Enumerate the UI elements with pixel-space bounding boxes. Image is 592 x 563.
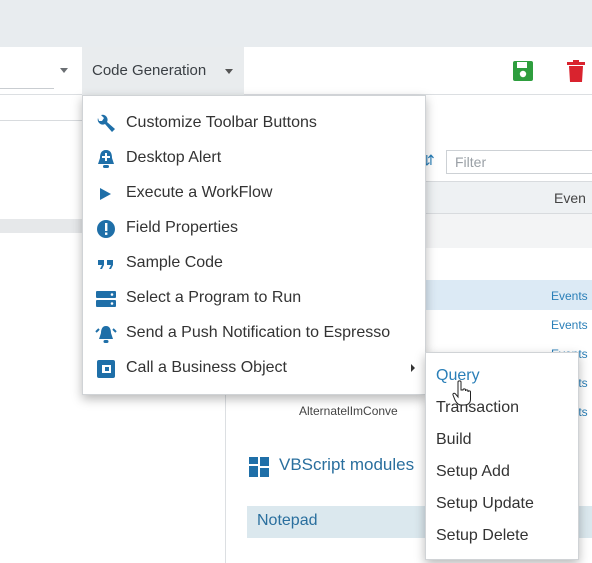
caret-right-icon xyxy=(411,364,415,372)
save-icon[interactable] xyxy=(512,60,534,82)
submenu-item-setup-add[interactable]: Setup Add xyxy=(426,457,580,489)
menu-item-label: Select a Program to Run xyxy=(126,289,302,306)
menu-item-label: Execute a WorkFlow xyxy=(126,184,273,201)
submenu-item-build[interactable]: Build xyxy=(426,425,580,457)
top-band xyxy=(0,0,592,47)
bell-plus-icon xyxy=(98,150,114,168)
events-column-header[interactable]: Even xyxy=(426,181,592,214)
submenu-item-label: Transaction xyxy=(436,399,519,416)
submenu-item-query[interactable]: Query xyxy=(426,361,580,393)
server-icon xyxy=(96,291,116,307)
filter-placeholder: Filter xyxy=(455,154,487,170)
events-link[interactable]: Events xyxy=(551,289,588,303)
menu-item-field-properties[interactable]: Field Properties xyxy=(83,211,427,246)
left-dropdown-underline xyxy=(0,88,54,89)
business-object-submenu: Query Transaction Build Setup Add Setup … xyxy=(425,352,579,560)
wrench-icon xyxy=(97,114,115,132)
modules-icon xyxy=(249,457,269,477)
table-cell: AlternatelImConve xyxy=(299,404,398,418)
notepad-label: Notepad xyxy=(257,512,318,529)
left-dropdown[interactable] xyxy=(0,47,82,95)
bell-ring-icon xyxy=(95,326,117,343)
menu-item-label: Sample Code xyxy=(126,254,223,271)
code-generation-label: Code Generation xyxy=(92,62,207,79)
menu-item-label: Send a Push Notification to Espresso xyxy=(126,324,391,341)
hand-cursor-icon xyxy=(452,380,471,406)
app-root: Code Generation ⇵ Filter Even Events Eve… xyxy=(0,0,592,563)
vbscript-modules-label: VBScript modules xyxy=(279,455,415,474)
caret-down-icon xyxy=(60,68,68,73)
submenu-item-label: Setup Add xyxy=(436,463,510,480)
menu-item-desktop-alert[interactable]: Desktop Alert xyxy=(83,141,427,176)
business-object-icon xyxy=(97,360,115,378)
menu-item-call-business-object[interactable]: Call a Business Object xyxy=(83,351,427,386)
trash-icon[interactable] xyxy=(565,59,587,83)
submenu-item-setup-delete[interactable]: Setup Delete xyxy=(426,521,580,553)
menu-item-label: Field Properties xyxy=(126,219,239,236)
exclamation-circle-icon xyxy=(97,220,115,238)
menu-item-label: Call a Business Object xyxy=(126,359,287,376)
play-icon xyxy=(100,188,111,200)
events-link[interactable]: Events xyxy=(551,318,588,332)
submenu-item-transaction[interactable]: Transaction xyxy=(426,393,580,425)
code-generation-menu: Customize Toolbar Buttons Desktop Alert … xyxy=(82,95,426,395)
left-panel-divider xyxy=(0,120,82,121)
filter-input[interactable]: Filter xyxy=(446,150,592,174)
code-generation-button[interactable]: Code Generation xyxy=(82,47,244,95)
menu-item-select-program[interactable]: Select a Program to Run xyxy=(83,281,427,316)
submenu-item-label: Build xyxy=(436,431,472,448)
menu-item-label: Desktop Alert xyxy=(126,149,222,166)
menu-item-label: Customize Toolbar Buttons xyxy=(126,114,317,131)
menu-item-customize-toolbar[interactable]: Customize Toolbar Buttons xyxy=(83,106,427,141)
toolbar: Code Generation xyxy=(0,47,592,95)
events-header-label: Even xyxy=(554,190,586,206)
submenu-item-label: Setup Update xyxy=(436,495,534,512)
quote-icon xyxy=(98,260,113,269)
menu-item-execute-workflow[interactable]: Execute a WorkFlow xyxy=(83,176,427,211)
caret-down-icon xyxy=(225,69,233,74)
menu-item-push-notification[interactable]: Send a Push Notification to Espresso xyxy=(83,316,427,351)
submenu-item-label: Setup Delete xyxy=(436,527,529,544)
submenu-item-setup-update[interactable]: Setup Update xyxy=(426,489,580,521)
menu-item-sample-code[interactable]: Sample Code xyxy=(83,246,427,281)
